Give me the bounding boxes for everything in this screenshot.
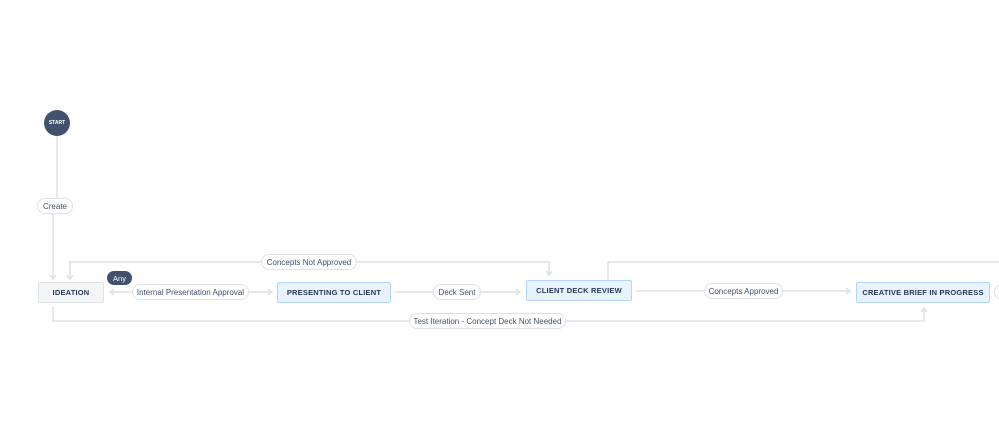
client-review-outgoing-line bbox=[607, 261, 999, 280]
start-node[interactable]: START bbox=[44, 110, 70, 136]
status-presenting-to-client[interactable]: PRESENTING TO CLIENT bbox=[277, 282, 391, 303]
status-ideation[interactable]: IDEATION bbox=[38, 282, 104, 303]
transition-test-iteration[interactable]: Test Iteration - Concept Deck Not Needed bbox=[409, 313, 566, 329]
status-creative-brief-in-progress[interactable]: CREATIVE BRIEF IN PROGRESS bbox=[856, 282, 990, 303]
transition-create[interactable]: Create bbox=[37, 198, 73, 214]
any-badge[interactable]: Any bbox=[107, 271, 132, 285]
internal-approval-line bbox=[249, 288, 274, 296]
transition-internal-approval[interactable]: Internal Presentation Approval bbox=[132, 284, 249, 300]
status-client-deck-review[interactable]: CLIENT DECK REVIEW bbox=[526, 280, 632, 301]
transition-concepts-not-approved[interactable]: Concepts Not Approved bbox=[261, 254, 357, 270]
transition-lines bbox=[49, 136, 999, 322]
transition-deck-sent[interactable]: Deck Sent bbox=[433, 284, 481, 300]
transition-concepts-approved[interactable]: Concepts Approved bbox=[704, 283, 783, 299]
any-line bbox=[108, 288, 132, 296]
